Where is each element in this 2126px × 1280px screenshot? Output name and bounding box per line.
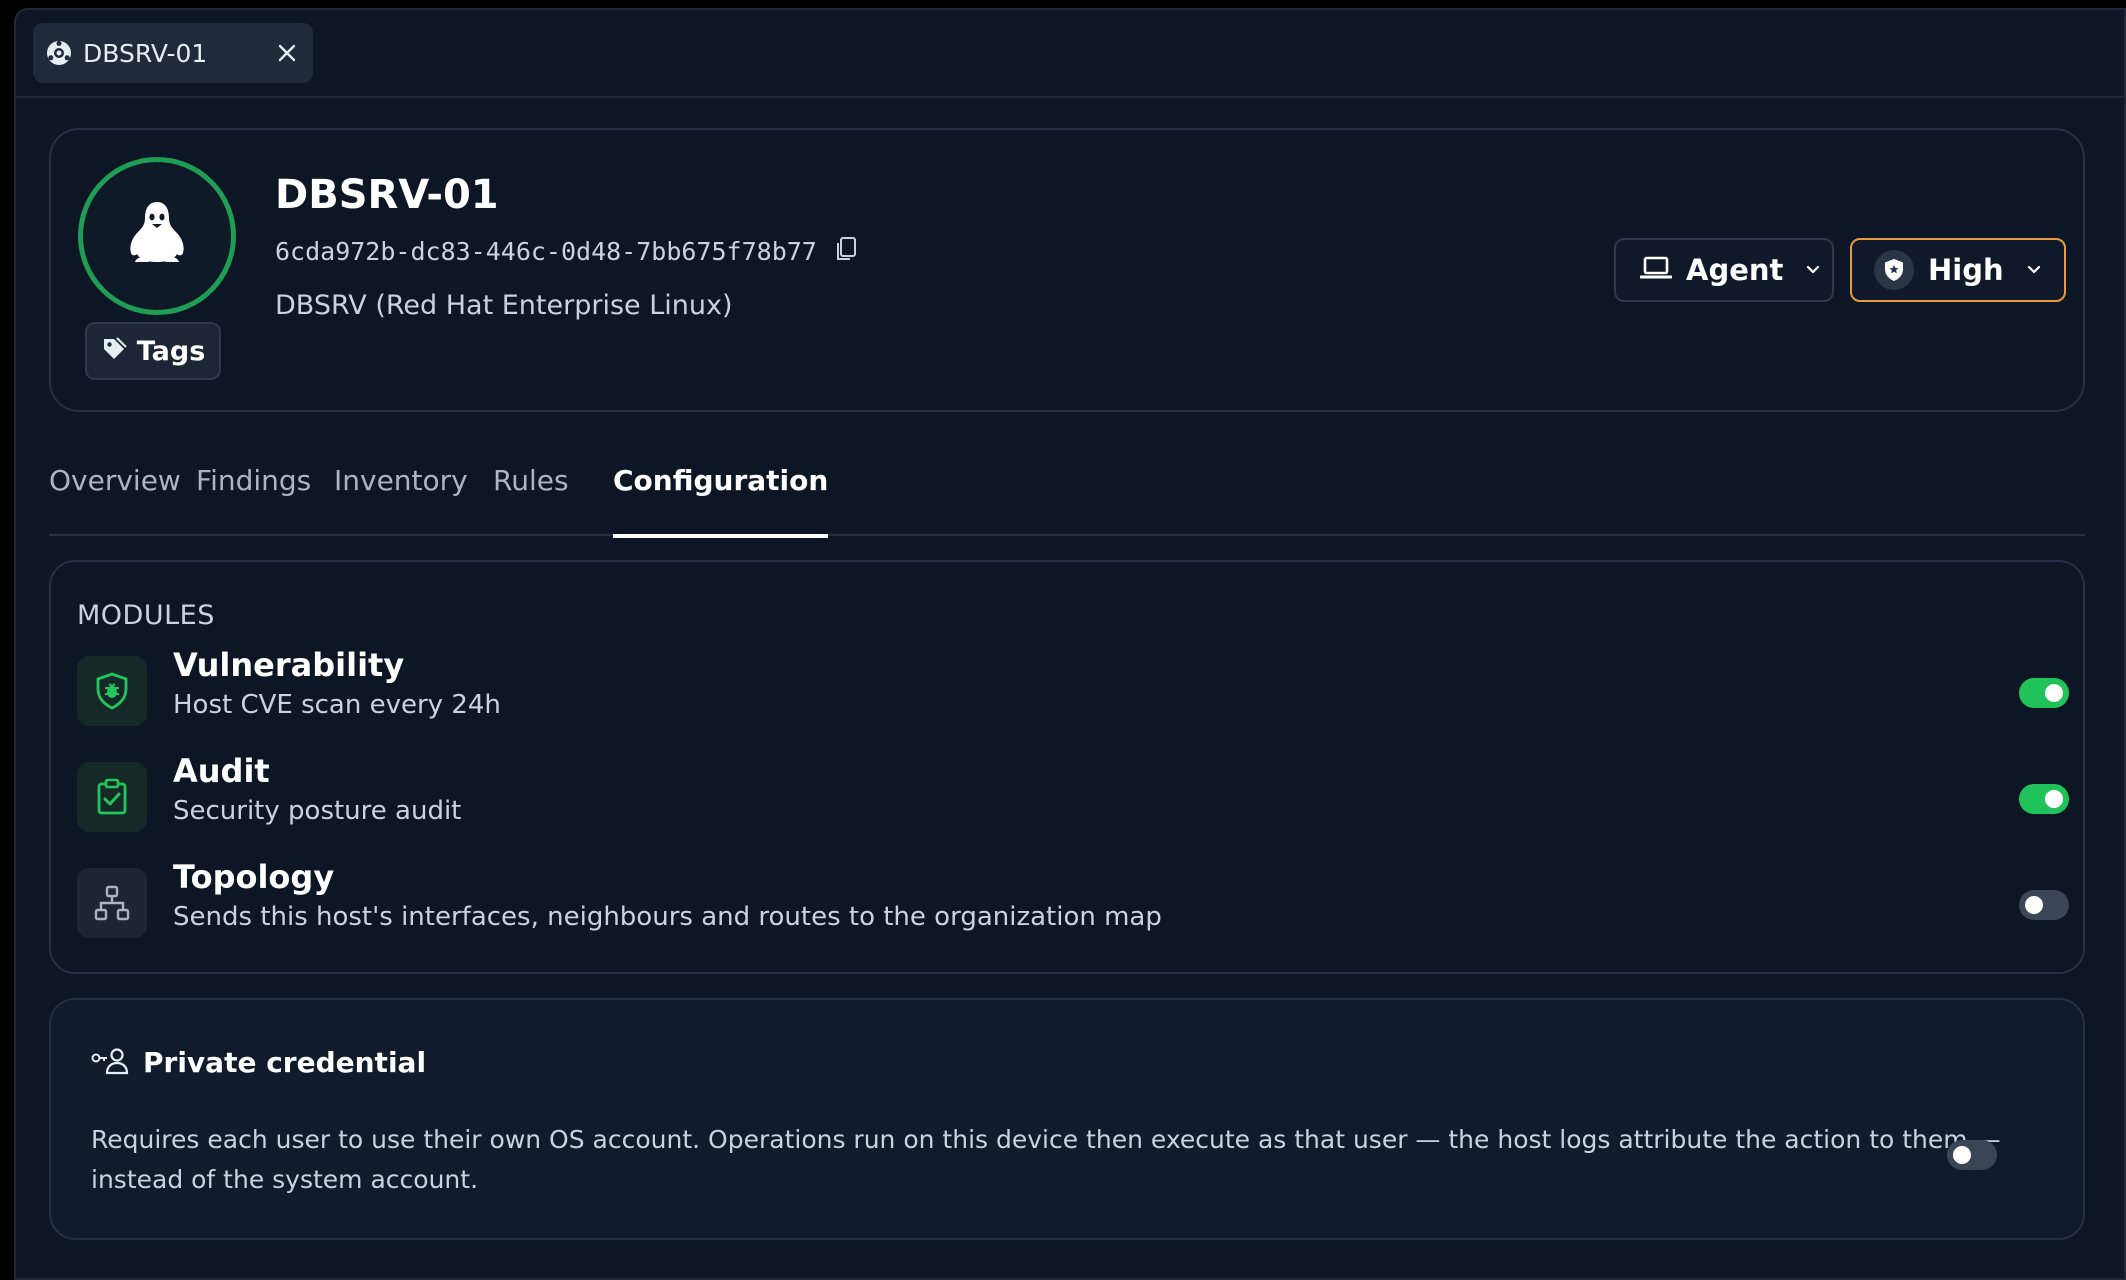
private-credential-card: Private credential Requires each user to… xyxy=(49,998,2085,1240)
credential-title-row: Private credential xyxy=(91,1046,426,1079)
vulnerability-toggle[interactable] xyxy=(2019,678,2069,708)
tags-button[interactable]: Tags xyxy=(85,322,221,380)
laptop-icon xyxy=(1639,255,1673,285)
module-vulnerability: Vulnerability Host CVE scan every 24h xyxy=(77,646,2069,726)
copy-icon[interactable] xyxy=(835,236,857,266)
module-title: Vulnerability xyxy=(173,646,405,684)
private-credential-toggle[interactable] xyxy=(1947,1140,1997,1170)
host-id-row: 6cda972b-dc83-446c-0d48-7bb675f78b77 xyxy=(275,236,857,266)
app-window: DBSRV-01 Tags DBSRV-01 6cda972b-dc83-446… xyxy=(14,8,2126,1280)
linux-penguin-icon xyxy=(121,198,193,274)
toggle-knob xyxy=(1953,1146,1971,1164)
module-desc: Host CVE scan every 24h xyxy=(173,690,501,720)
globe-icon xyxy=(45,39,73,67)
module-title: Topology xyxy=(173,858,335,896)
chevron-down-icon xyxy=(1805,264,1821,276)
credential-description: Requires each user to use their own OS a… xyxy=(91,1125,2001,1194)
chevron-down-icon xyxy=(2026,264,2042,276)
toggle-knob xyxy=(2045,790,2063,808)
tag-icon xyxy=(101,336,127,366)
criticality-dropdown-label: High xyxy=(1928,253,2004,287)
toggle-knob xyxy=(2025,896,2043,914)
shield-icon xyxy=(1874,250,1914,290)
tab-overview[interactable]: Overview xyxy=(49,464,181,536)
tags-button-label: Tags xyxy=(136,335,206,367)
shield-bug-icon xyxy=(77,656,147,726)
user-key-icon xyxy=(91,1047,129,1079)
document-tab-label: DBSRV-01 xyxy=(83,38,208,68)
modules-section-label: MODULES xyxy=(77,600,215,631)
network-icon xyxy=(77,868,147,938)
module-audit: Audit Security posture audit xyxy=(77,752,2069,832)
agent-dropdown[interactable]: Agent xyxy=(1614,238,1834,302)
document-tab-dbsrv-01[interactable]: DBSRV-01 xyxy=(33,23,313,83)
audit-toggle[interactable] xyxy=(2019,784,2069,814)
toggle-knob xyxy=(2045,684,2063,702)
module-topology: Topology Sends this host's interfaces, n… xyxy=(77,858,2069,938)
tab-strip: DBSRV-01 xyxy=(16,10,2124,98)
agent-dropdown-label: Agent xyxy=(1686,253,1784,287)
credential-title: Private credential xyxy=(143,1046,427,1079)
tab-configuration[interactable]: Configuration xyxy=(613,464,829,538)
tab-rules[interactable]: Rules xyxy=(493,464,569,536)
host-header-card: Tags DBSRV-01 6cda972b-dc83-446c-0d48-7b… xyxy=(49,128,2085,412)
topology-toggle[interactable] xyxy=(2019,890,2069,920)
host-os: DBSRV (Red Hat Enterprise Linux) xyxy=(275,290,733,321)
module-desc: Sends this host's interfaces, neighbours… xyxy=(173,902,1162,932)
close-icon[interactable] xyxy=(273,39,301,67)
criticality-dropdown[interactable]: High xyxy=(1850,238,2066,302)
host-nav-tabs: Overview Findings Inventory Rules Config… xyxy=(49,432,2085,538)
clipboard-check-icon xyxy=(77,762,147,832)
avatar xyxy=(78,157,236,315)
module-desc: Security posture audit xyxy=(173,796,462,826)
module-title: Audit xyxy=(173,752,270,790)
tab-findings[interactable]: Findings xyxy=(196,464,311,536)
tab-inventory[interactable]: Inventory xyxy=(334,464,468,536)
host-name: DBSRV-01 xyxy=(275,172,499,218)
modules-card: MODULES Vulnerability Host CVE scan ever… xyxy=(49,560,2085,974)
host-id: 6cda972b-dc83-446c-0d48-7bb675f78b77 xyxy=(275,236,817,266)
